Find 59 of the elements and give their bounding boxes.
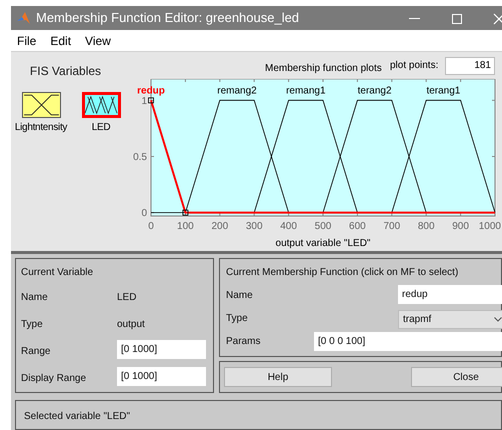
plot-points-label: plot points: [390, 59, 438, 74]
curve-label[interactable]: remang2 [217, 86, 257, 97]
menu-item[interactable]: File [17, 32, 36, 50]
axis-tick-label: 500 [314, 221, 332, 232]
chevron-down-icon [494, 317, 502, 322]
close-icon[interactable] [493, 13, 502, 25]
plot-points-field[interactable]: 181 [445, 57, 495, 76]
axis-tick-label: 0.5 [133, 152, 147, 164]
app-logo-icon [17, 12, 30, 25]
axis-tick-label: 1000 [478, 221, 501, 232]
help-button[interactable]: Help [224, 367, 332, 387]
input-field[interactable]: [0 0 0 100] [314, 332, 502, 351]
panel-title: Current Variable [21, 266, 94, 280]
field-label: Type [226, 312, 248, 326]
input-field[interactable]: redup [398, 285, 502, 304]
field-label: Params [226, 335, 260, 349]
axis-tick-label: 0 [148, 221, 154, 232]
axis-tick-label: 700 [383, 221, 400, 232]
plot-title: Membership function plots [265, 62, 382, 76]
curve-label[interactable]: remang1 [286, 86, 326, 97]
variable-icon[interactable] [22, 92, 60, 118]
variable-label: LED [92, 122, 110, 134]
membership-curve[interactable] [322, 100, 427, 214]
axis-label: output variable "LED" [276, 238, 370, 250]
axis-tick-label: 800 [418, 221, 435, 232]
membership-curve[interactable] [391, 100, 496, 214]
axis-tick-label: 0 [141, 208, 147, 220]
axis-tick-label: 1 [141, 96, 147, 108]
input-field[interactable]: [0 1000] [117, 340, 206, 359]
section-title: FIS Variables [30, 63, 102, 80]
membership-curve[interactable] [254, 100, 358, 214]
field-label: Name [21, 291, 48, 305]
field-label: Type [21, 318, 43, 332]
menu-item[interactable]: Edit [50, 32, 72, 50]
input-field[interactable]: [0 1000] [117, 367, 206, 386]
membership-curve[interactable] [185, 100, 289, 214]
field-label: Name [226, 289, 253, 303]
variable-icon[interactable] [82, 92, 120, 118]
maximize-button[interactable] [452, 14, 462, 24]
axis-tick-label: 200 [211, 221, 228, 232]
curve-label[interactable]: terang2 [358, 86, 392, 97]
axis-tick-label: 900 [452, 221, 469, 232]
close-button[interactable]: Close [411, 367, 502, 387]
status-message: Selected variable "LED" [24, 411, 130, 422]
axis-tick-label: 100 [177, 221, 194, 232]
variable-label: Lightntensity [14, 122, 68, 134]
panel-title: Current Membership Function (click on MF to select) [226, 266, 458, 280]
curve-label[interactable]: redup [137, 86, 165, 97]
axis-tick-label: 300 [246, 221, 263, 232]
field-label: Display Range [21, 372, 86, 386]
axis-tick-label: 400 [280, 221, 297, 232]
field-label: Range [21, 345, 50, 359]
menu-item[interactable]: View [85, 32, 111, 50]
window-title: Membership Function Editor: greenhouse_led [36, 9, 300, 28]
field-value: LED [117, 291, 136, 305]
type-dropdown[interactable]: trapmf [398, 310, 502, 329]
field-value: output [117, 318, 145, 332]
curve-label[interactable]: terang1 [426, 86, 460, 97]
axis-tick-label: 600 [349, 221, 366, 232]
